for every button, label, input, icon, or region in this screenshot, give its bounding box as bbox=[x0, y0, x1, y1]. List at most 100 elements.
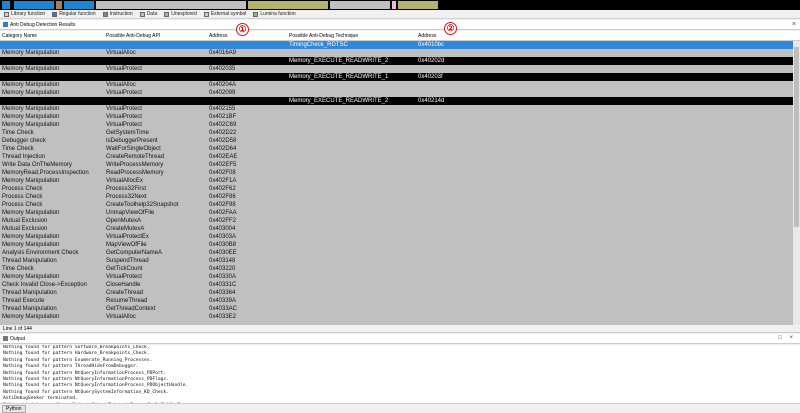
table-cell: VirtualAlloc bbox=[106, 50, 136, 56]
table-row[interactable]: Process Check Process32Next 0x402F86 bbox=[0, 193, 793, 201]
table-row[interactable]: TimingCheck_RDTSC 0x4010bc bbox=[0, 41, 793, 49]
table-cell: Memory Manipulation bbox=[2, 234, 60, 240]
table-row[interactable]: Memory Manipulation VirtualProtect 0x402C6… bbox=[0, 121, 793, 129]
table-row[interactable]: Time Check GetSystemTime 0x402D22 bbox=[0, 129, 793, 137]
table-cell: Memory Manipulation bbox=[2, 242, 60, 248]
legend-item: External symbol bbox=[203, 11, 246, 17]
table-cell: Analysis Environment Check bbox=[2, 250, 79, 256]
output-console[interactable]: Nothing found for pattern Software_Break… bbox=[0, 345, 800, 403]
table-cell: VirtualProtect bbox=[106, 66, 142, 72]
column-header-technique-address[interactable]: Address bbox=[418, 33, 436, 39]
table-cell: VirtualAllocEx bbox=[106, 178, 143, 184]
table-row[interactable]: Thread Execute ResumeThread 0x40339A bbox=[0, 297, 793, 305]
python-bar: Python bbox=[0, 403, 800, 413]
table-cell: Memory Manipulation bbox=[2, 66, 60, 72]
table-row[interactable]: Memory Manipulation VirtualProtectEx 0x403… bbox=[0, 233, 793, 241]
table-row[interactable]: Memory Manipulation VirtualProtect 0x40330… bbox=[0, 273, 793, 281]
table-cell: Debugger check bbox=[2, 138, 46, 144]
nav-segment-external bbox=[392, 1, 396, 9]
table-row[interactable]: Process Check Process32First 0x402F62 bbox=[0, 185, 793, 193]
table-row[interactable]: Memory Manipulation VirtualProtect 0x40203… bbox=[0, 65, 793, 73]
table-cell: CreateMutexA bbox=[106, 226, 145, 232]
table-cell: Process Check bbox=[2, 194, 43, 200]
table-row[interactable]: Process Check CreateToolhelp32Snapshot 0x4… bbox=[0, 201, 793, 209]
window-controls-icon[interactable]: □ × bbox=[778, 335, 796, 341]
table-cell: Thread Manipulation bbox=[2, 258, 57, 264]
table-cell: 0x4033AC bbox=[209, 306, 238, 312]
table-row[interactable]: Time Check GetTickCount 0x403220 bbox=[0, 265, 793, 273]
table-cell: GetTickCount bbox=[106, 266, 143, 272]
table-row[interactable]: Thread Injection CreateRemoteThread 0x402E… bbox=[0, 153, 793, 161]
table-row[interactable]: Memory Manipulation VirtualAlloc 0x40204A bbox=[0, 81, 793, 89]
table-cell: IsDebuggerPresent bbox=[106, 138, 158, 144]
table-cell: Write Data OnTheMemory bbox=[2, 162, 72, 168]
table-cell: Thread Manipulation bbox=[2, 306, 57, 312]
close-icon[interactable]: × bbox=[792, 21, 796, 28]
nav-segment-regular bbox=[2, 1, 10, 9]
results-panel-title-text: Anti Debug Detection Results bbox=[10, 21, 76, 28]
table-row[interactable]: Memory Manipulation VirtualProtect 0x40209… bbox=[0, 89, 793, 97]
column-header-api[interactable]: Possible Anti-Debug API bbox=[106, 33, 160, 39]
table-row[interactable]: Memory Manipulation VirtualAlloc 0x4033E2 bbox=[0, 313, 793, 321]
table-row[interactable]: Memory Manipulation UnmapViewOfFile 0x402F… bbox=[0, 209, 793, 217]
table-cell: 0x4010bc bbox=[418, 42, 445, 48]
column-header-technique[interactable]: Possible Anti-Debug Technique bbox=[289, 33, 358, 39]
table-cell: GetComputerNameA bbox=[106, 250, 163, 256]
table-cell: CreateRemoteThread bbox=[106, 154, 165, 160]
table-cell: Memory Manipulation bbox=[2, 82, 60, 88]
table-row[interactable]: Memory Manipulation VirtualAlloc 0x4016A9 bbox=[0, 49, 793, 57]
table-cell: VirtualProtect bbox=[106, 106, 142, 112]
navigation-band[interactable] bbox=[0, 0, 800, 10]
legend-swatch-icon bbox=[164, 11, 170, 17]
table-row[interactable]: Debugger check IsDebuggerPresent 0x402D58 bbox=[0, 137, 793, 145]
table-cell: CloseHandle bbox=[106, 282, 141, 288]
table-row[interactable]: Memory Manipulation MapViewOfFile 0x4030B8 bbox=[0, 241, 793, 249]
table-row[interactable]: Analysis Environment Check GetComputerNam… bbox=[0, 249, 793, 257]
scrollbar-thumb[interactable] bbox=[794, 47, 799, 227]
table-row[interactable]: MemoryRead,ProcessInspection ReadProcessM… bbox=[0, 169, 793, 177]
table-cell: GetThreadContext bbox=[106, 306, 156, 312]
table-cell: 0x4021BF bbox=[209, 114, 237, 120]
column-header-address[interactable]: Address bbox=[209, 33, 227, 39]
legend-swatch-icon bbox=[203, 11, 209, 17]
output-panel-title: Output □ × bbox=[0, 334, 800, 344]
table-cell: GetSystemTime bbox=[106, 130, 149, 136]
column-header-category[interactable]: Category Name bbox=[2, 33, 37, 39]
table-row[interactable]: Thread Manipulation SuspendThread 0x403148 bbox=[0, 257, 793, 265]
table-cell: 0x402155 bbox=[209, 106, 236, 112]
table-row[interactable]: Memory_EXECUTE_READWRITE_2 0x40202d bbox=[0, 57, 793, 65]
table-row[interactable]: Memory_EXECUTE_READWRITE_1 0x40203f bbox=[0, 73, 793, 81]
table-cell: Check Invalid Close->Exception bbox=[2, 282, 87, 288]
table-header: Category Name Possible Anti-Debug API Ad… bbox=[0, 31, 800, 41]
table-row[interactable]: Memory_EXECUTE_READWRITE_2 0x40214d bbox=[0, 97, 793, 105]
table-row[interactable]: Write Data OnTheMemory WriteProcessMemory… bbox=[0, 161, 793, 169]
table-row[interactable]: Thread Manipulation GetThreadContext 0x403… bbox=[0, 305, 793, 313]
table-cell: 0x402F98 bbox=[209, 202, 236, 208]
table-cell: 0x4033E2 bbox=[209, 314, 237, 320]
table-cell: 0x402099 bbox=[209, 90, 236, 96]
results-panel-title: Anti Debug Detection Results × bbox=[0, 20, 800, 30]
table-row[interactable]: Thread Manipulation CreateThread 0x403364 bbox=[0, 289, 793, 297]
python-button[interactable]: Python bbox=[2, 405, 26, 413]
table-row[interactable]: Time Check WaitForSingleObject 0x402D64 bbox=[0, 145, 793, 153]
table-cell: MemoryRead,ProcessInspection bbox=[2, 170, 89, 176]
table-cell: VirtualProtect bbox=[106, 114, 142, 120]
table-cell: ResumeThread bbox=[106, 298, 148, 304]
legend-label: Regular function bbox=[59, 11, 96, 17]
table-row[interactable]: Memory Manipulation VirtualProtect 0x4021B… bbox=[0, 113, 793, 121]
table-cell: Memory Manipulation bbox=[2, 114, 60, 120]
vertical-scrollbar[interactable] bbox=[793, 41, 800, 325]
table-row[interactable]: Memory Manipulation VirtualProtect 0x40215… bbox=[0, 105, 793, 113]
table-cell: 0x40214d bbox=[418, 98, 445, 104]
table-cell: Thread Injection bbox=[2, 154, 46, 160]
table-cell: 0x402FF2 bbox=[209, 218, 237, 224]
table-row[interactable]: Memory Manipulation VirtualAllocEx 0x402F1… bbox=[0, 177, 793, 185]
table-cell: 0x403148 bbox=[209, 258, 236, 264]
table-row[interactable]: Check Invalid Close->Exception CloseHandl… bbox=[0, 281, 793, 289]
table-cell: 0x402FAA bbox=[209, 210, 237, 216]
nav-segment-regular bbox=[14, 1, 54, 9]
table-cell: 0x402F62 bbox=[209, 186, 236, 192]
table-row[interactable]: Mutual Exclusion OpenMutexA 0x402FF2 bbox=[0, 217, 793, 225]
table-row[interactable]: Mutual Exclusion CreateMutexA 0x403004 bbox=[0, 225, 793, 233]
table-cell: VirtualAlloc bbox=[106, 314, 136, 320]
